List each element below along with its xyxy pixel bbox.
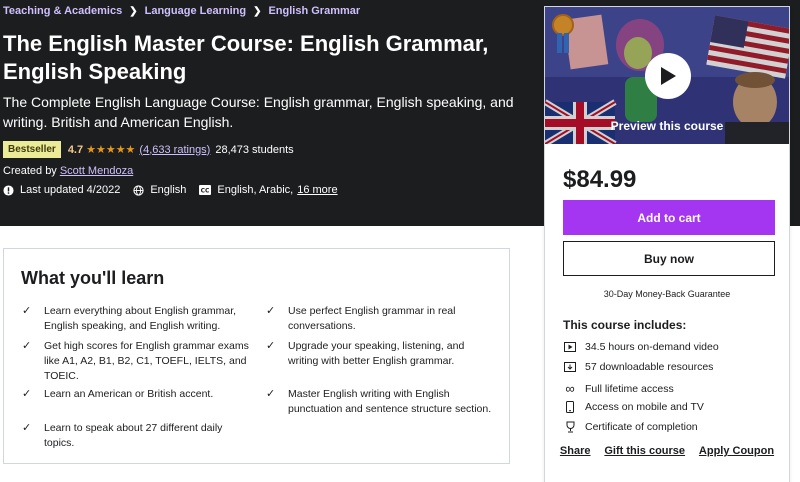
gift-course-link[interactable]: Gift this course	[604, 445, 685, 457]
course-title: The English Master Course: English Gramm…	[3, 31, 489, 84]
learn-item: ✓ Learn an American or British accent.	[22, 387, 249, 402]
rating-value: 4.7	[67, 143, 84, 156]
chevron-right-icon: ❯	[253, 5, 262, 17]
includes-title: This course includes:	[563, 318, 687, 332]
breadcrumb-item-language[interactable]: Language Learning	[145, 5, 246, 17]
last-updated: Last updated 4/2022	[3, 184, 120, 196]
learn-item: ✓ Learn everything about English grammar…	[22, 304, 249, 334]
check-icon: ✓	[266, 305, 276, 317]
learn-item: ✓ Use perfect English grammar in real co…	[266, 304, 493, 334]
play-button[interactable]	[645, 53, 691, 99]
include-item: Certificate of completion	[563, 421, 698, 433]
learn-item-text: Use perfect English grammar in real conv…	[288, 305, 456, 332]
buy-now-button[interactable]: Buy now	[563, 241, 775, 276]
course-subtitle: The Complete English Language Course: En…	[3, 94, 514, 130]
breadcrumb: Teaching & Academics ❯ Language Learning…	[3, 5, 360, 17]
rating-row: Bestseller 4.7 ★★★★★ (4,633 ratings) 28,…	[3, 141, 294, 158]
alert-icon	[3, 184, 14, 196]
include-text: 57 downloadable resources	[585, 361, 714, 373]
include-text: 34.5 hours on-demand video	[585, 341, 719, 353]
check-icon: ✓	[266, 340, 276, 352]
learn-item: ✓ Get high scores for English grammar ex…	[22, 339, 249, 384]
language-text: English	[150, 184, 187, 196]
include-item: ∞ Full lifetime access	[563, 381, 674, 396]
learn-item: ✓ Master English writing with English pu…	[266, 387, 493, 417]
what-youll-learn-box: What you'll learn ✓ Learn everything abo…	[3, 248, 510, 464]
preview-label[interactable]: Preview this course	[545, 119, 789, 133]
language: English	[133, 184, 186, 196]
include-item: 34.5 hours on-demand video	[563, 341, 719, 353]
add-to-cart-button[interactable]: Add to cart	[563, 200, 775, 235]
created-by: Created by Scott Mendoza	[3, 165, 133, 177]
course-price: $84.99	[563, 166, 637, 193]
include-text: Access on mobile and TV	[585, 401, 704, 413]
chevron-right-icon: ❯	[129, 5, 138, 17]
created-by-label: Created by	[3, 165, 57, 177]
apply-coupon-link[interactable]: Apply Coupon	[699, 445, 774, 457]
share-link[interactable]: Share	[560, 445, 591, 457]
learn-item-text: Get high scores for English grammar exam…	[44, 340, 249, 382]
include-text: Full lifetime access	[585, 382, 674, 395]
course-preview-video[interactable]: Preview this course	[545, 7, 789, 144]
author-link[interactable]: Scott Mendoza	[60, 165, 133, 177]
svg-text:CC: CC	[201, 188, 210, 195]
play-icon	[661, 67, 676, 85]
check-icon: ✓	[22, 340, 32, 352]
include-text: Certificate of completion	[585, 421, 698, 433]
star-rating-icon: ★★★★★	[86, 144, 136, 156]
learn-item: ✓ Learn to speak about 27 different dail…	[22, 421, 249, 451]
check-icon: ✓	[22, 422, 32, 434]
learn-item-text: Master English writing with English punc…	[288, 388, 492, 415]
infinity-icon: ∞	[565, 381, 575, 396]
students-count: 28,473 students	[215, 143, 294, 156]
learn-item-text: Upgrade your speaking, listening, and wr…	[288, 340, 465, 367]
check-icon: ✓	[22, 388, 32, 400]
closed-captions-icon: CC	[199, 185, 212, 195]
last-updated-text: Last updated 4/2022	[20, 184, 121, 196]
captions: CC English, Arabic, 16 more	[199, 184, 338, 196]
learn-item-text: Learn to speak about 27 different daily …	[44, 422, 223, 449]
include-item: Access on mobile and TV	[563, 401, 704, 413]
download-icon	[563, 362, 577, 372]
bestseller-badge: Bestseller	[3, 141, 61, 158]
check-icon: ✓	[266, 388, 276, 400]
learn-title: What you'll learn	[21, 268, 165, 288]
learn-item: ✓ Upgrade your speaking, listening, and …	[266, 339, 493, 369]
video-icon	[563, 342, 577, 352]
learn-item-text: Learn an American or British accent.	[44, 388, 214, 400]
ratings-count-link[interactable]: (4,633 ratings)	[139, 144, 210, 156]
learn-item-text: Learn everything about English grammar, …	[44, 305, 237, 332]
money-back-guarantee: 30-Day Money-Back Guarantee	[603, 289, 731, 299]
purchase-card: Preview this course $84.99 Add to cart B…	[544, 6, 790, 482]
breadcrumb-item-grammar[interactable]: English Grammar	[268, 5, 360, 17]
captions-text: English, Arabic,	[217, 184, 294, 196]
globe-icon	[133, 184, 144, 196]
captions-more-link[interactable]: 16 more	[297, 184, 337, 196]
check-icon: ✓	[22, 305, 32, 317]
course-meta: Last updated 4/2022 English CC English, …	[3, 184, 351, 196]
breadcrumb-item-teaching[interactable]: Teaching & Academics	[3, 5, 122, 17]
card-links: Share Gift this course Apply Coupon	[545, 445, 789, 457]
include-item: 57 downloadable resources	[563, 361, 713, 373]
mobile-icon	[563, 401, 577, 413]
trophy-icon	[563, 421, 577, 433]
